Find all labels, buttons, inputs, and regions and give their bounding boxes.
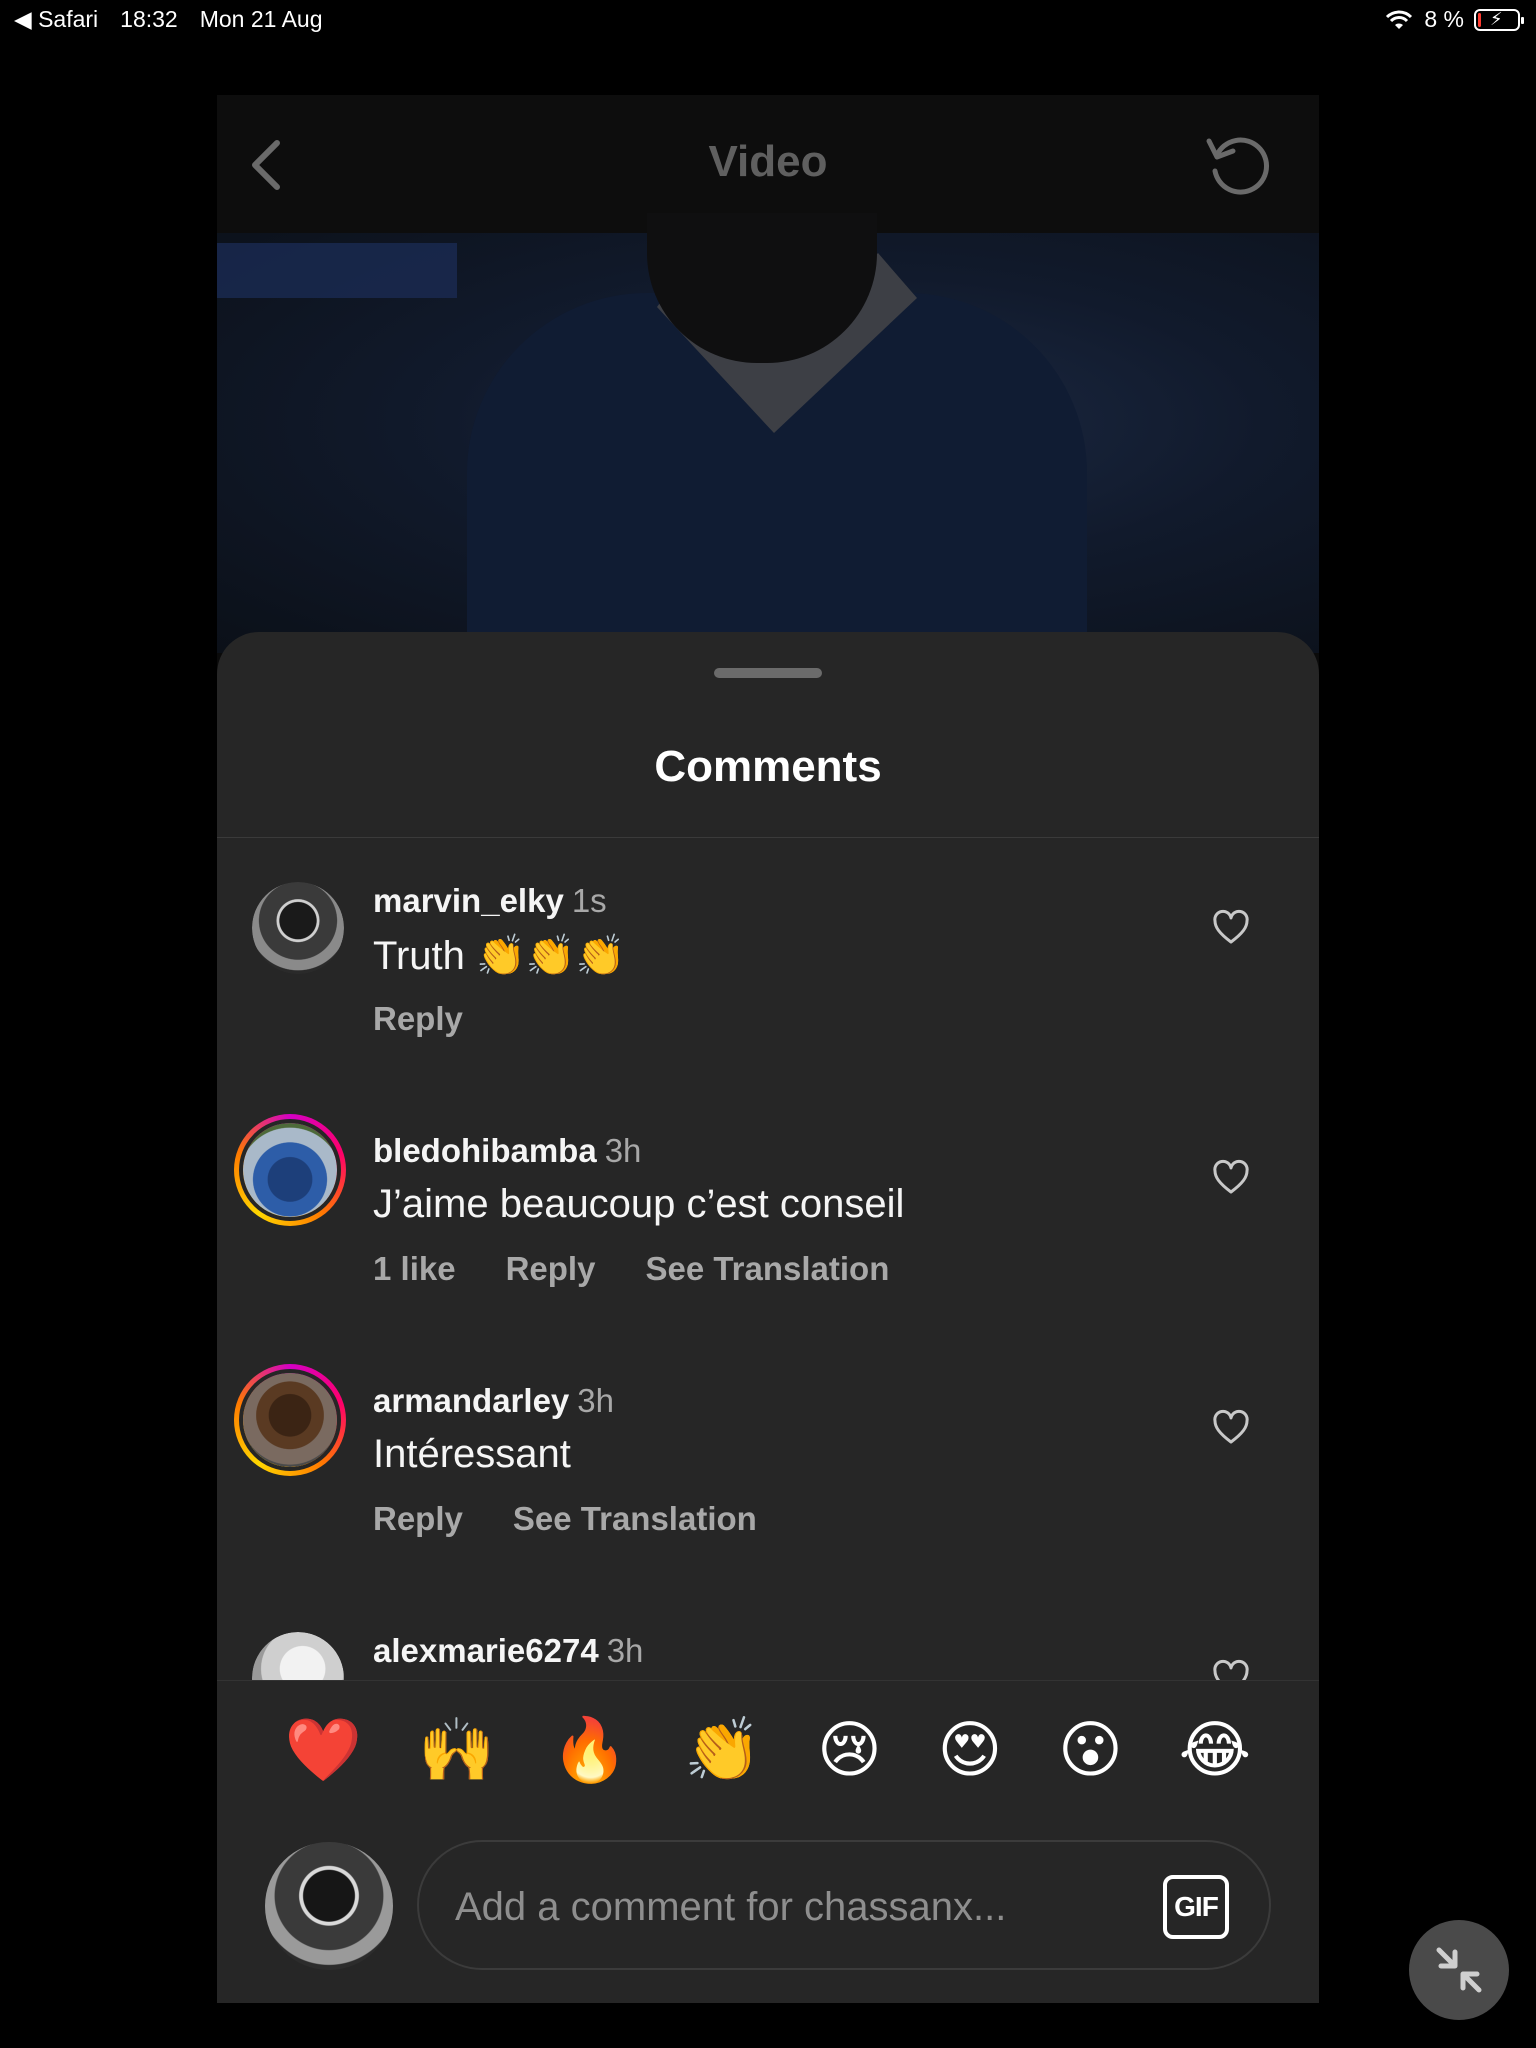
avatar-image <box>243 1123 337 1217</box>
status-bar: ◀ Safari 18:32 Mon 21 Aug 8 % ⚡ <box>0 0 1536 40</box>
avatar-image <box>243 1373 337 1467</box>
like-heart-icon[interactable] <box>1211 1408 1251 1448</box>
comment-actions: Reply See Translation <box>373 1500 757 1538</box>
comment-item: bledohibamba 3h J’aime beaucoup c’est con… <box>217 1088 1319 1338</box>
comment-item: marvin_elky 1s Truth 👏👏👏 Reply <box>217 838 1319 1088</box>
comment-item: alexmarie6274 3h <box>217 1588 1319 1680</box>
comment-actions: 1 like Reply See Translation <box>373 1250 889 1288</box>
comment-text: Intéressant <box>373 1432 571 1476</box>
comment-header: bledohibamba 3h <box>373 1132 641 1170</box>
reply-button[interactable]: Reply <box>506 1250 596 1288</box>
emoji-heart-button[interactable]: ❤️ <box>285 1719 362 1782</box>
see-translation-button[interactable]: See Translation <box>645 1250 889 1288</box>
comment-list[interactable]: marvin_elky 1s Truth 👏👏👏 Reply bledohibam… <box>217 838 1319 1680</box>
comment-time: 3h <box>577 1382 614 1419</box>
reply-button[interactable]: Reply <box>373 1500 463 1538</box>
comment-header: armandarley 3h <box>373 1382 614 1420</box>
comments-title: Comments <box>654 742 882 791</box>
avatar-image <box>252 1632 344 1680</box>
comment-actions: Reply <box>373 1000 463 1038</box>
status-date: Mon 21 Aug <box>199 6 323 32</box>
comment-username[interactable]: marvin_elky <box>373 882 564 919</box>
comment-username[interactable]: bledohibamba <box>373 1132 597 1169</box>
avatar-image <box>252 882 344 974</box>
likes-count[interactable]: 1 like <box>373 1250 456 1288</box>
avatar[interactable] <box>252 882 344 974</box>
battery-percent: 8 % <box>1424 6 1464 32</box>
comment-input[interactable] <box>455 1872 1115 1942</box>
video-player[interactable] <box>217 213 1319 653</box>
emoji-clap-button[interactable]: 👏 <box>684 1719 761 1782</box>
app-window: Video Comments marvin_elky1s Truth 👏👏� <box>217 95 1319 2003</box>
sheet-drag-handle[interactable] <box>714 668 822 678</box>
minimize-button[interactable] <box>1409 1920 1509 2020</box>
emoji-laughing-button[interactable]: 😂 <box>1179 1719 1251 1782</box>
comment-text: Truth 👏👏👏 <box>373 934 626 978</box>
wifi-icon <box>1386 10 1413 29</box>
comment-time: 1s <box>571 882 607 919</box>
battery-icon: ⚡ <box>1474 8 1524 31</box>
current-user-avatar <box>265 1842 393 1970</box>
video-background-shelf <box>217 243 457 298</box>
comment-username[interactable]: armandarley <box>373 1382 569 1419</box>
comment-composer: GIF <box>217 1820 1319 2003</box>
gif-button[interactable]: GIF <box>1163 1875 1229 1939</box>
back-to-app-link[interactable]: ◀ Safari <box>14 6 98 33</box>
emoji-fire-button[interactable]: 🔥 <box>551 1719 628 1782</box>
comment-header: marvin_elky 1s <box>373 882 607 920</box>
page-title: Video <box>708 137 828 186</box>
emoji-crying-button[interactable]: 😢 <box>817 1719 882 1782</box>
comments-sheet: Comments marvin_elky1s Truth 👏👏👏 Reply <box>217 632 1319 2003</box>
emoji-heart-eyes-button[interactable]: 😍 <box>938 1719 1003 1782</box>
avatar-story-ring[interactable] <box>234 1114 346 1226</box>
status-time: 18:32 <box>120 6 178 32</box>
like-heart-icon[interactable] <box>1211 908 1251 948</box>
avatar[interactable] <box>252 1632 344 1680</box>
reply-button[interactable]: Reply <box>373 1000 463 1038</box>
emoji-raised-hands-button[interactable]: 🙌 <box>418 1719 495 1782</box>
like-heart-icon[interactable] <box>1211 1658 1251 1680</box>
charging-bolt-icon: ⚡ <box>1490 8 1503 29</box>
comment-input-container[interactable]: GIF <box>417 1840 1271 1970</box>
comment-header: alexmarie6274 3h <box>373 1632 643 1670</box>
avatar-story-ring[interactable] <box>234 1364 346 1476</box>
see-translation-button[interactable]: See Translation <box>513 1500 757 1538</box>
emoji-reaction-bar: ❤️ 🙌 🔥 👏 😢 😍 😮 😂 <box>217 1680 1319 1820</box>
comment-time: 3h <box>604 1132 642 1169</box>
like-heart-icon[interactable] <box>1211 1158 1251 1198</box>
refresh-icon[interactable] <box>1203 131 1273 201</box>
minimize-arrows-icon <box>1436 1947 1482 1993</box>
comment-time: 3h <box>606 1632 644 1669</box>
battery-level <box>1478 12 1481 27</box>
comment-username[interactable]: alexmarie6274 <box>373 1632 599 1669</box>
comment-item: armandarley 3h Intéressant Reply See Tran… <box>217 1338 1319 1588</box>
comment-text: J’aime beaucoup c’est conseil <box>373 1182 905 1226</box>
emoji-surprised-button[interactable]: 😮 <box>1058 1719 1123 1782</box>
